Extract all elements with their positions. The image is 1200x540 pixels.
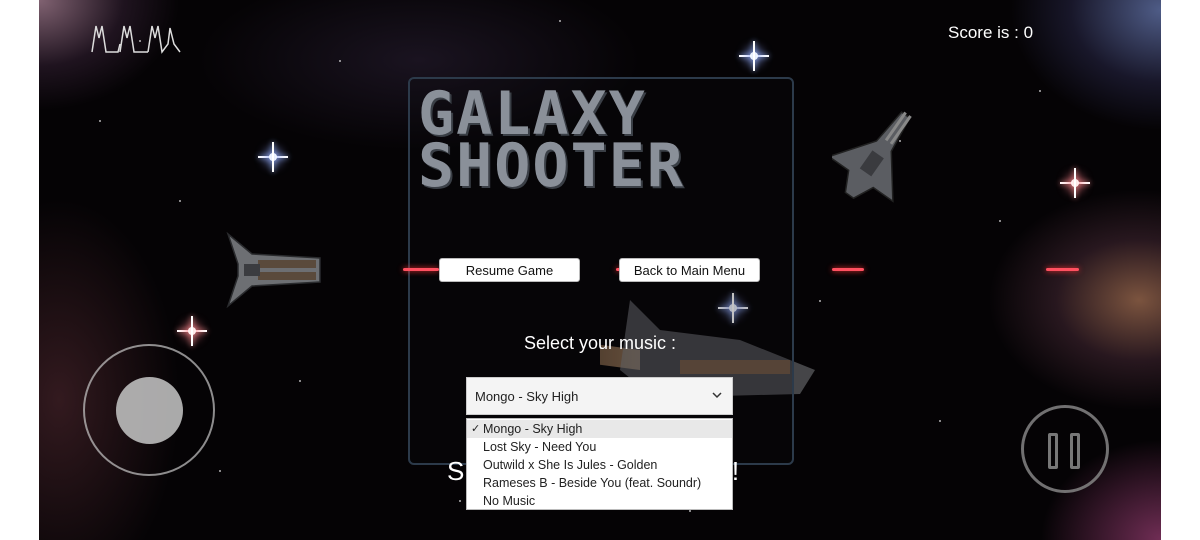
star-flare: [739, 41, 769, 71]
lives-indicator: [91, 25, 181, 54]
score-display: Score is : 0: [948, 23, 1034, 42]
right-letterbox: [1161, 0, 1200, 540]
player-ship-icon: [147, 25, 181, 54]
pause-button[interactable]: [1021, 405, 1109, 493]
music-option[interactable]: ✓ Mongo - Sky High: [467, 420, 732, 438]
music-option[interactable]: Rameses B - Beside You (feat. Soundr): [467, 474, 732, 492]
checkmark-icon: ✓: [471, 423, 481, 435]
enemy-ship: [226, 232, 321, 308]
back-to-main-menu-button[interactable]: Back to Main Menu: [619, 258, 760, 282]
title-line-2: SHOOTER: [418, 131, 685, 201]
music-select[interactable]: Mongo - Sky High: [466, 377, 733, 415]
player-ship-icon: [119, 25, 148, 53]
music-dropdown-list: ✓ Mongo - Sky High Lost Sky - Need You O…: [466, 418, 733, 510]
joystick-knob[interactable]: [116, 377, 183, 444]
enemy-ship: [832, 111, 912, 203]
music-option[interactable]: Lost Sky - Need You: [467, 438, 732, 456]
music-option[interactable]: Outwild x She Is Jules - Golden: [467, 456, 732, 474]
laser-projectile: [403, 268, 439, 271]
player-ship-icon: [91, 25, 121, 53]
hint-text-left: S: [447, 456, 465, 486]
star-flare: [258, 142, 288, 172]
laser-projectile: [1046, 268, 1079, 271]
chevron-down-icon: [712, 392, 722, 399]
pause-icon: [1048, 433, 1058, 469]
star-flare: [1060, 168, 1090, 198]
pause-icon: [1070, 433, 1080, 469]
music-select-value: Mongo - Sky High: [475, 388, 579, 404]
music-option[interactable]: No Music: [467, 492, 732, 510]
resume-game-button[interactable]: Resume Game: [439, 258, 580, 282]
game-title: GALAXY SHOOTER: [418, 84, 685, 201]
left-letterbox: [0, 0, 39, 540]
laser-projectile: [832, 268, 864, 271]
